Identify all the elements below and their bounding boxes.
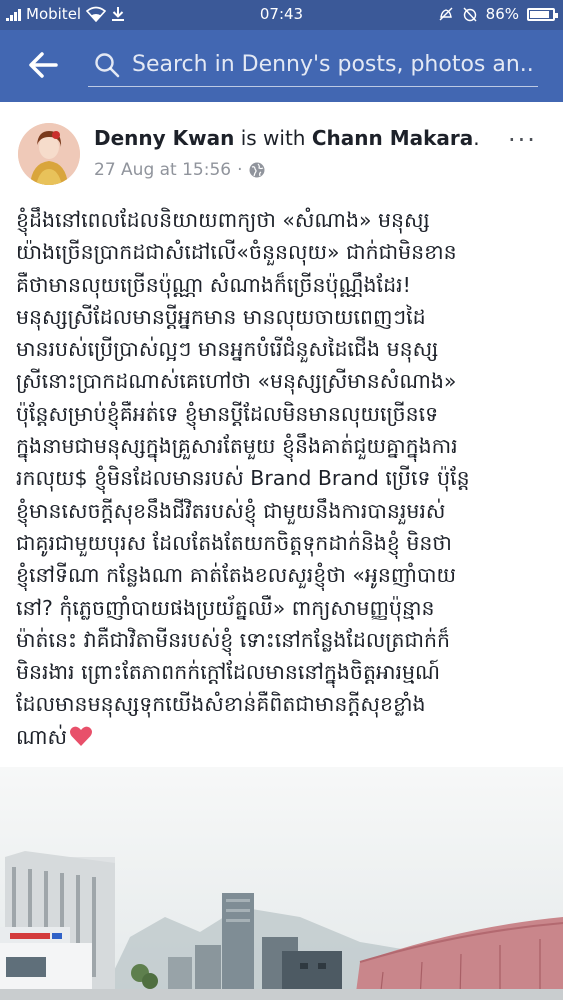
search-input[interactable]: Search in Denny's posts, photos an... — [132, 52, 532, 77]
battery-fill — [530, 10, 549, 18]
post-line: មិនរងារ ព្រោះតែភាពកក់ក្តៅដែលមាននៅក្នុងចិ… — [16, 660, 441, 685]
post-line: ដែលមានមនុស្សទុកយើងសំខាន់គឺពិតជាមានក្តីសុ… — [16, 692, 426, 717]
avatar[interactable] — [18, 123, 80, 185]
battery-icon — [527, 7, 558, 21]
post-line: គឺថាមានលុយច្រើនប៉ុណ្ណា សំណាងក៏ច្រើនប៉ុណ្… — [16, 272, 411, 297]
meta-separator: · — [237, 160, 243, 180]
post-line: ប៉ុន្តែសម្រាប់ខ្ញុំគឺអត់ទេ ខ្ញុំមានប្តីដ… — [16, 401, 439, 426]
post-line-last: ណាស់ — [16, 721, 546, 753]
search-header: Search in Denny's posts, photos an... — [0, 30, 563, 102]
post-line: នៅ? កុំភ្លេចញាំបាយផងប្រយ័ត្នឈឺ» ពាក្យសាម… — [16, 595, 435, 620]
post-card: Denny Kwan is with Chann Makara. ··· 27 … — [0, 102, 563, 767]
post-photo[interactable] — [0, 767, 563, 1000]
post-line: ក្នុងនាមជាមនុស្សក្នុងគ្រួសារតែមួយ ខ្ញុំន… — [16, 434, 458, 459]
tagged-friend[interactable]: Chann Makara — [312, 126, 473, 150]
header-period: . — [473, 126, 480, 150]
with-label: is with — [240, 126, 306, 150]
post-line: មានរបស់ប្រើប្រាស់ល្អៗ មានអ្នកបំរើជំនួសដៃ… — [16, 337, 439, 362]
avatar-image — [18, 123, 80, 185]
battery-percent: 86% — [485, 5, 519, 23]
post-line: ម៉ាត់នេះ វាគឺជាវិតាមីនរបស់ខ្ញុំ ទោះនៅកន្… — [16, 627, 451, 652]
author-name[interactable]: Denny Kwan — [94, 126, 234, 150]
post-body: ខ្ញុំដឹងនៅពេលដែលនិយាយពាក្យថា «សំណាង» មនុ… — [16, 204, 546, 753]
post-line: ខ្ញុំនៅទីណា កន្លែងណា គាត់តែងខលសួរខ្ញុំថា… — [16, 563, 456, 588]
back-arrow-icon[interactable] — [26, 48, 60, 82]
post-line: ណាស់ — [16, 724, 68, 749]
post-line: យ៉ាងច្រើនប្រាកដជាសំដៅលើ«ចំនួនលុយ» ជាក់ជា… — [16, 240, 457, 265]
status-bar: Mobitel 07:43 86% — [0, 0, 563, 30]
post-line: ស្រីនោះប្រាកដណាស់គេហៅថា «មនុស្សស្រីមានសំ… — [16, 369, 457, 394]
post-meta: 27 Aug at 15:56 · — [94, 160, 265, 180]
post-line: មនុស្សស្រីដែលមានប្តីអ្នកមាន មានលុយចាយពេញ… — [16, 304, 426, 329]
heart-icon — [70, 726, 93, 746]
post-line: រកលុយ$ ខ្ញុំមិនដែលមានរបស់ Brand Brand ប្… — [16, 466, 470, 491]
city-photo — [0, 767, 563, 1000]
more-options-button[interactable]: ··· — [508, 126, 537, 154]
timestamp[interactable]: 27 Aug at 15:56 — [94, 160, 231, 180]
mute-icon — [439, 7, 453, 21]
search-field[interactable]: Search in Denny's posts, photos an... — [88, 46, 538, 87]
post-line: ជាគូរជាមួយបុរស ដែលតែងតែយកចិត្តទុកដាក់និង… — [16, 530, 452, 555]
post-header: Denny Kwan is with Chann Makara. — [94, 126, 480, 150]
alarm-off-icon — [463, 7, 477, 22]
status-right: 86% — [438, 5, 558, 23]
post-line: ខ្ញុំដឹងនៅពេលដែលនិយាយពាក្យថា «សំណាង» មនុ… — [16, 208, 430, 232]
globe-icon — [249, 162, 265, 178]
post-line: ខ្ញុំមានសេចក្តីសុខនឹងជីវិតរបស់ខ្ញុំ ជាមួ… — [16, 498, 446, 523]
search-icon — [95, 53, 120, 78]
